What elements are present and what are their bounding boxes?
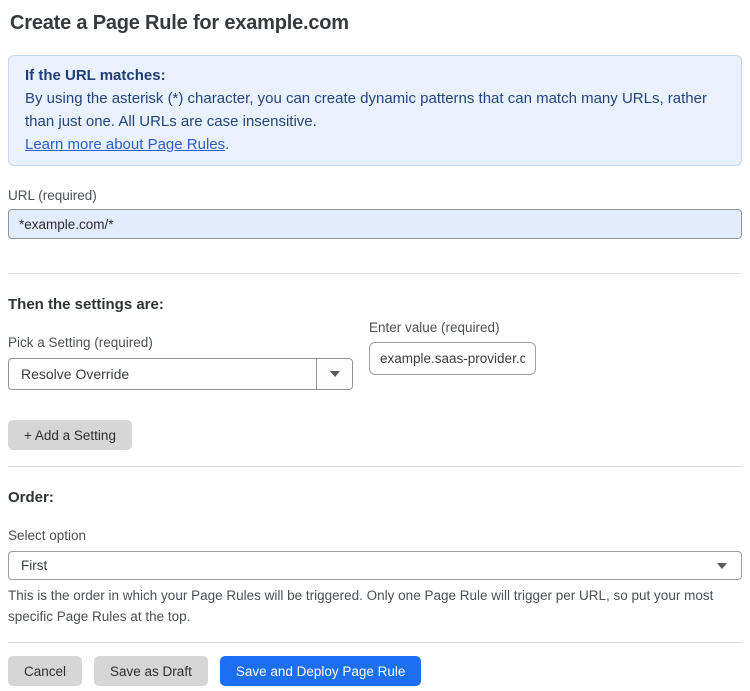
create-page-rule-form: Create a Page Rule for example.com If th… bbox=[0, 0, 750, 686]
settings-row: Pick a Setting (required) Resolve Overri… bbox=[8, 313, 742, 390]
setting-select-label: Pick a Setting (required) bbox=[8, 335, 153, 350]
order-select-value: First bbox=[21, 558, 48, 573]
info-box-link-line: Learn more about Page Rules. bbox=[25, 133, 725, 156]
link-period: . bbox=[225, 136, 230, 153]
info-box-heading: If the URL matches: bbox=[25, 67, 166, 84]
url-match-info-box: If the URL matches: By using the asteris… bbox=[8, 55, 742, 166]
chevron-down-icon[interactable] bbox=[316, 359, 352, 389]
url-input[interactable] bbox=[8, 209, 742, 239]
settings-section-heading: Then the settings are: bbox=[8, 296, 164, 313]
divider bbox=[8, 642, 742, 643]
info-box-body: By using the asterisk (*) character, you… bbox=[25, 90, 707, 130]
divider bbox=[8, 273, 742, 274]
setting-select-value: Resolve Override bbox=[21, 366, 130, 382]
setting-value-group: Enter value (required) bbox=[369, 320, 536, 390]
triangle-glyph bbox=[329, 371, 340, 377]
setting-select[interactable]: Resolve Override bbox=[8, 358, 353, 390]
order-select[interactable]: First bbox=[8, 551, 742, 580]
order-help-text: This is the order in which your Page Rul… bbox=[8, 588, 714, 624]
add-setting-button[interactable]: + Add a Setting bbox=[8, 420, 132, 450]
footer-actions: Cancel Save as Draft Save and Deploy Pag… bbox=[8, 656, 742, 686]
chevron-down-icon bbox=[717, 562, 727, 569]
order-section-heading: Order: bbox=[8, 489, 54, 506]
cancel-button[interactable]: Cancel bbox=[8, 656, 83, 686]
save-as-draft-button[interactable]: Save as Draft bbox=[94, 656, 208, 686]
save-and-deploy-button[interactable]: Save and Deploy Page Rule bbox=[219, 656, 422, 686]
setting-value-input[interactable] bbox=[369, 342, 536, 375]
setting-value-label: Enter value (required) bbox=[369, 320, 500, 335]
learn-more-link[interactable]: Learn more about Page Rules bbox=[25, 136, 225, 153]
page-title: Create a Page Rule for example.com bbox=[10, 12, 349, 34]
divider bbox=[8, 466, 742, 467]
setting-select-group: Pick a Setting (required) Resolve Overri… bbox=[8, 313, 353, 390]
url-field-label: URL (required) bbox=[8, 188, 97, 203]
order-select-label: Select option bbox=[8, 528, 87, 543]
